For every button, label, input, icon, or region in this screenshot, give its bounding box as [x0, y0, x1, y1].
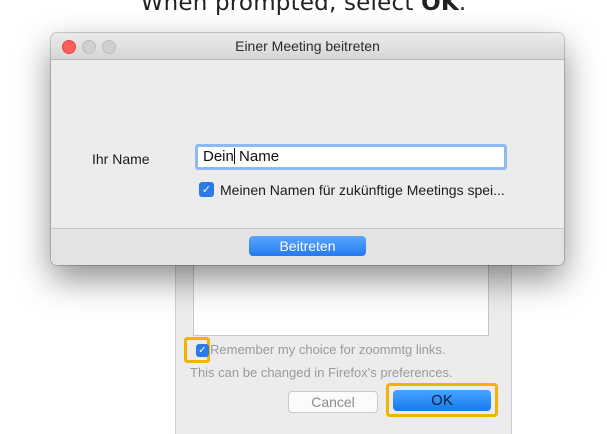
name-input[interactable]: Dein Name: [195, 144, 507, 170]
application-list[interactable]: [193, 262, 489, 336]
caption-suffix: .: [458, 0, 467, 16]
checkmark-icon: ✓: [198, 345, 207, 356]
instruction-caption: When prompted, select OK.: [0, 0, 607, 16]
window-footer: Beitreten: [51, 228, 564, 265]
remember-name-checkbox[interactable]: ✓: [199, 182, 214, 197]
remember-choice-label: Remember my choice for zoommtg links.: [210, 342, 446, 357]
ok-button[interactable]: OK: [393, 390, 491, 411]
remember-choice-checkbox[interactable]: ✓: [196, 344, 209, 357]
name-value-start: Dein: [203, 148, 234, 165]
preferences-note: This can be changed in Firefox's prefere…: [190, 365, 453, 380]
join-button[interactable]: Beitreten: [249, 236, 366, 256]
caption-emphasis: OK: [421, 0, 459, 16]
window-title: Einer Meeting beitreten: [235, 38, 380, 54]
title-bar: Einer Meeting beitreten: [51, 33, 564, 60]
checkmark-icon: ✓: [201, 183, 212, 196]
cancel-button[interactable]: Cancel: [288, 391, 378, 413]
remember-name-label[interactable]: Meinen Namen für zukünftige Meetings spe…: [220, 182, 505, 198]
name-label: Ihr Name: [92, 151, 150, 167]
join-meeting-window: Einer Meeting beitreten Ihr Name Dein Na…: [51, 33, 564, 265]
name-value-end: Name: [234, 148, 280, 165]
caption-prefix: When prompted, select: [140, 0, 422, 16]
window-content: Ihr Name Dein Name ✓ Meinen Namen für zu…: [51, 60, 564, 228]
